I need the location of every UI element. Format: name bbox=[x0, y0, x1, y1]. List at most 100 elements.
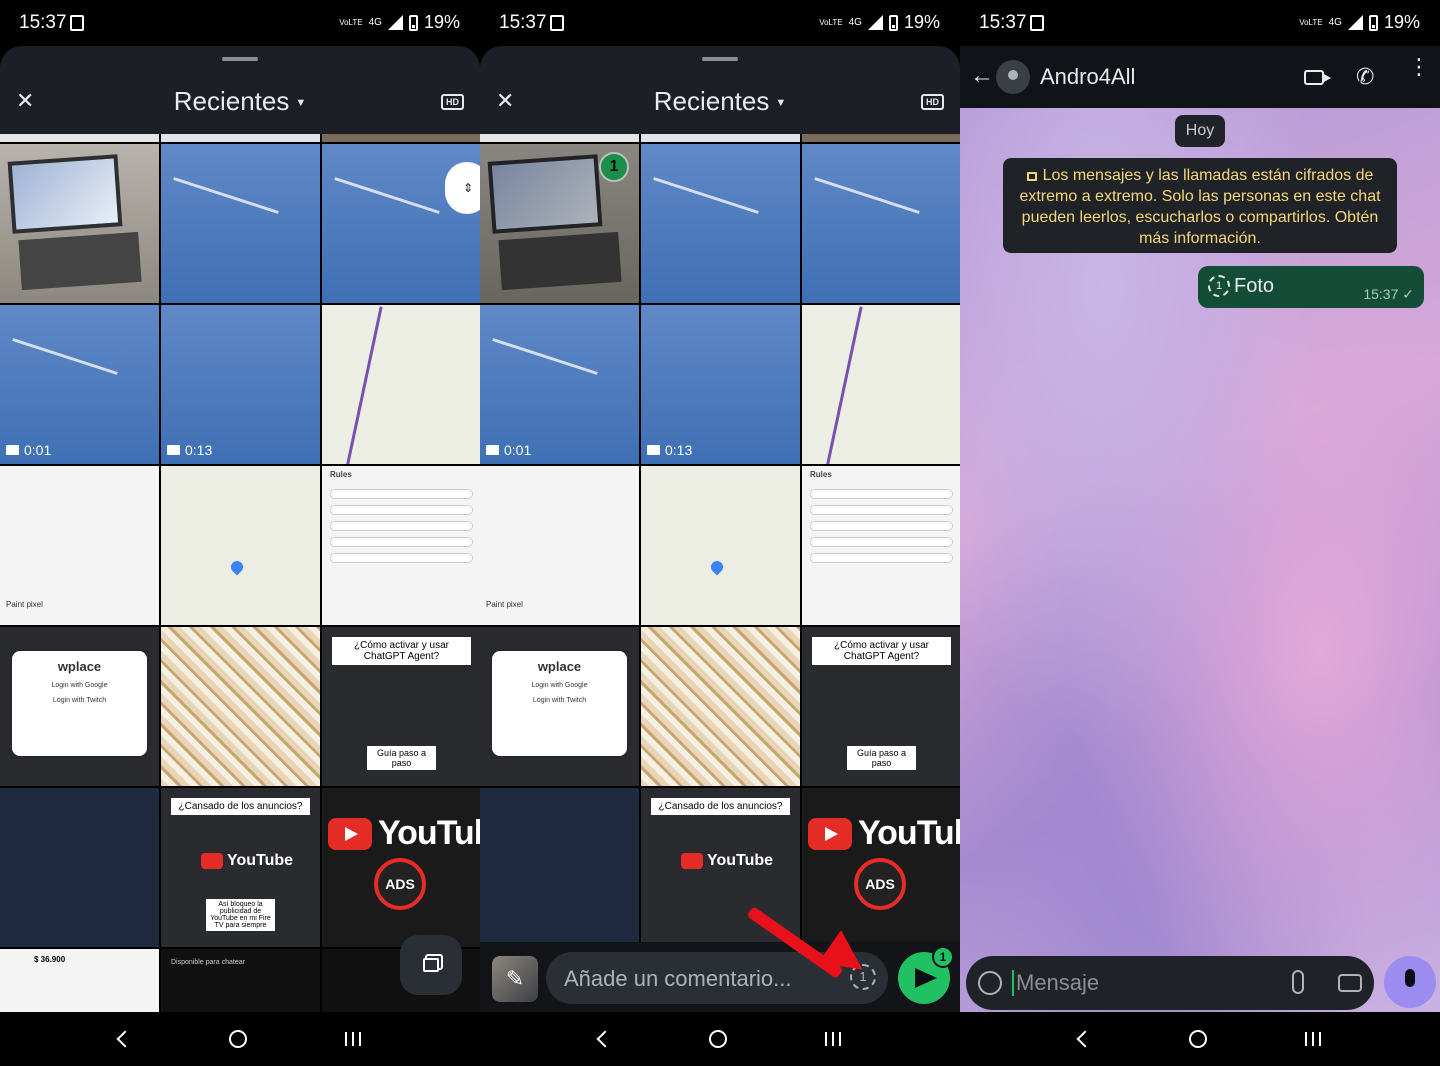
system-nav-bar bbox=[480, 1012, 960, 1066]
media-thumb-video[interactable]: 0:01 bbox=[480, 305, 639, 464]
network-label: 4G bbox=[1328, 17, 1342, 28]
album-title: Recientes bbox=[173, 86, 290, 116]
media-thumb-store[interactable]: $ 36.900 bbox=[0, 949, 159, 1017]
laptop-screen bbox=[487, 154, 603, 234]
media-thumb-login[interactable]: wplace Login with Google Login with Twitch bbox=[0, 627, 159, 786]
album-dropdown[interactable]: Recientes ▼ bbox=[0, 86, 480, 117]
media-thumb-map[interactable] bbox=[641, 466, 800, 625]
media-thumb-rules[interactable]: Rules bbox=[802, 466, 960, 625]
media-thumb-sky[interactable]: ⇕ bbox=[322, 144, 480, 303]
encryption-notice[interactable]: Los mensajes y las llamadas están cifrad… bbox=[1003, 158, 1397, 253]
media-thumb[interactable] bbox=[802, 134, 960, 142]
thumb-text: Guía paso a paso bbox=[367, 746, 436, 770]
contrail bbox=[814, 177, 920, 214]
thumb-text: wplace bbox=[537, 659, 582, 674]
thumb-text: Rules bbox=[810, 470, 832, 479]
media-thumb[interactable] bbox=[0, 134, 159, 142]
thumb-text: ¿Cómo activar y usar ChatGPT Agent? bbox=[332, 637, 471, 665]
phone-icon[interactable]: ✆ bbox=[1356, 64, 1374, 90]
more-options-icon[interactable]: ⋮ bbox=[1408, 56, 1430, 78]
selection-badge: 1 bbox=[599, 152, 629, 182]
message-input[interactable]: Mensaje bbox=[1012, 970, 1099, 996]
youtube-logo: YouTube bbox=[681, 852, 773, 870]
contrail bbox=[334, 177, 440, 214]
nav-home-icon[interactable] bbox=[709, 1030, 727, 1048]
media-thumb-collage[interactable] bbox=[641, 627, 800, 786]
media-thumb-sky[interactable] bbox=[641, 144, 800, 303]
media-thumb-video[interactable]: 0:13 bbox=[161, 305, 320, 464]
media-thumb-youtube[interactable]: YouTube ADS bbox=[802, 788, 960, 947]
media-thumb-article[interactable]: ¿Cómo activar y usar ChatGPT Agent? Guía … bbox=[802, 627, 960, 786]
media-thumb-map[interactable] bbox=[802, 305, 960, 464]
media-thumb-login[interactable]: wplace Login with Google Login with Twitch bbox=[480, 627, 639, 786]
battery-percent: 19% bbox=[1383, 12, 1420, 32]
media-thumb-youtube[interactable]: YouTube ADS bbox=[322, 788, 480, 947]
emoji-icon[interactable] bbox=[978, 971, 1002, 995]
attach-icon[interactable] bbox=[1292, 970, 1304, 994]
nav-home-icon[interactable] bbox=[1189, 1030, 1207, 1048]
camera-icon[interactable] bbox=[1338, 974, 1362, 992]
album-dropdown[interactable]: Recientes ▼ bbox=[480, 86, 960, 117]
fast-scroll-handle[interactable]: ⇕ bbox=[445, 162, 480, 214]
thumb-text: wplace bbox=[57, 659, 102, 674]
media-thumb-sky[interactable] bbox=[802, 144, 960, 303]
media-thumb-map[interactable] bbox=[322, 305, 480, 464]
contact-name[interactable]: Andro4All bbox=[1040, 64, 1135, 90]
nav-recents-icon[interactable] bbox=[345, 1032, 361, 1046]
media-thumb[interactable] bbox=[322, 134, 480, 142]
media-grid: ⇕ 0:01 0:13 Paint pixel Rules wplace Logi… bbox=[0, 134, 480, 1017]
media-thumb-chat[interactable]: Disponible para chatear bbox=[161, 949, 320, 1017]
nav-back-icon[interactable] bbox=[596, 1030, 614, 1048]
multi-select-button[interactable] bbox=[400, 935, 462, 995]
nav-back-icon[interactable] bbox=[1076, 1030, 1094, 1048]
volte-icon: VoLTE bbox=[819, 17, 843, 27]
media-thumb[interactable] bbox=[480, 134, 639, 142]
thumb-text: Así bloqueo la publicidad de YouTube en … bbox=[206, 899, 275, 931]
media-thumb-rules[interactable]: Rules bbox=[322, 466, 480, 625]
album-title: Recientes bbox=[653, 86, 770, 116]
location-pin-icon bbox=[708, 558, 726, 576]
nav-recents-icon[interactable] bbox=[825, 1032, 841, 1046]
youtube-logo: YouTube bbox=[201, 852, 293, 870]
media-thumb-article[interactable]: ¿Cansado de los anuncios? YouTube Así bloq… bbox=[161, 788, 320, 947]
message-composer[interactable]: Mensaje bbox=[966, 956, 1374, 1010]
media-thumb-canvas[interactable]: Paint pixel bbox=[480, 466, 639, 625]
login-card: wplace Login with Google Login with Twitch bbox=[492, 651, 627, 756]
media-thumb-article[interactable]: ¿Cómo activar y usar ChatGPT Agent? Guía … bbox=[322, 627, 480, 786]
media-thumb-screenshot[interactable] bbox=[0, 788, 159, 947]
media-thumb-screenshot[interactable] bbox=[480, 788, 639, 947]
chat-panel: 15:37 VoLTE 4G 19% ← Andro4All ✆ ⋮ Hoy L… bbox=[960, 0, 1440, 1066]
media-thumb-sky[interactable] bbox=[161, 144, 320, 303]
view-once-icon: 1 bbox=[1208, 275, 1230, 297]
media-thumb-map[interactable] bbox=[161, 466, 320, 625]
thumb-text: Login with Twitch bbox=[532, 697, 587, 704]
media-thumb-video[interactable]: 0:13 bbox=[641, 305, 800, 464]
media-thumb-collage[interactable] bbox=[161, 627, 320, 786]
edit-pencil-icon[interactable]: ✎ bbox=[492, 956, 538, 1002]
media-thumb-canvas[interactable]: Paint pixel bbox=[0, 466, 159, 625]
nav-back-icon[interactable] bbox=[116, 1030, 134, 1048]
drag-handle[interactable] bbox=[222, 57, 258, 61]
outgoing-message[interactable]: 1 Foto 15:37 ✓ bbox=[1198, 266, 1424, 308]
nav-recents-icon[interactable] bbox=[1305, 1032, 1321, 1046]
media-thumb[interactable] bbox=[161, 134, 320, 142]
video-call-icon[interactable] bbox=[1304, 70, 1331, 85]
back-arrow-icon[interactable]: ← bbox=[970, 64, 994, 88]
video-duration: 0:13 bbox=[167, 442, 212, 458]
message-time: 15:37 ✓ bbox=[1363, 286, 1414, 302]
media-thumb[interactable] bbox=[641, 134, 800, 142]
send-button[interactable]: 1 bbox=[898, 946, 954, 1004]
hd-toggle[interactable]: HD bbox=[921, 94, 944, 110]
drag-handle[interactable] bbox=[702, 57, 738, 61]
media-thumb-laptop[interactable] bbox=[0, 144, 159, 303]
avatar[interactable] bbox=[996, 60, 1030, 94]
video-duration: 0:01 bbox=[6, 442, 51, 458]
caret-down-icon: ▼ bbox=[295, 97, 307, 110]
hd-toggle[interactable]: HD bbox=[441, 94, 464, 110]
nav-home-icon[interactable] bbox=[229, 1030, 247, 1048]
mic-button[interactable] bbox=[1384, 956, 1436, 1008]
media-thumb-laptop-selected[interactable]: 1 bbox=[480, 144, 639, 303]
status-icons: VoLTE 4G 19% bbox=[1299, 12, 1420, 33]
media-thumb-video[interactable]: 0:01 bbox=[0, 305, 159, 464]
thumb-text: ¿Cansado de los anuncios? bbox=[651, 798, 790, 815]
